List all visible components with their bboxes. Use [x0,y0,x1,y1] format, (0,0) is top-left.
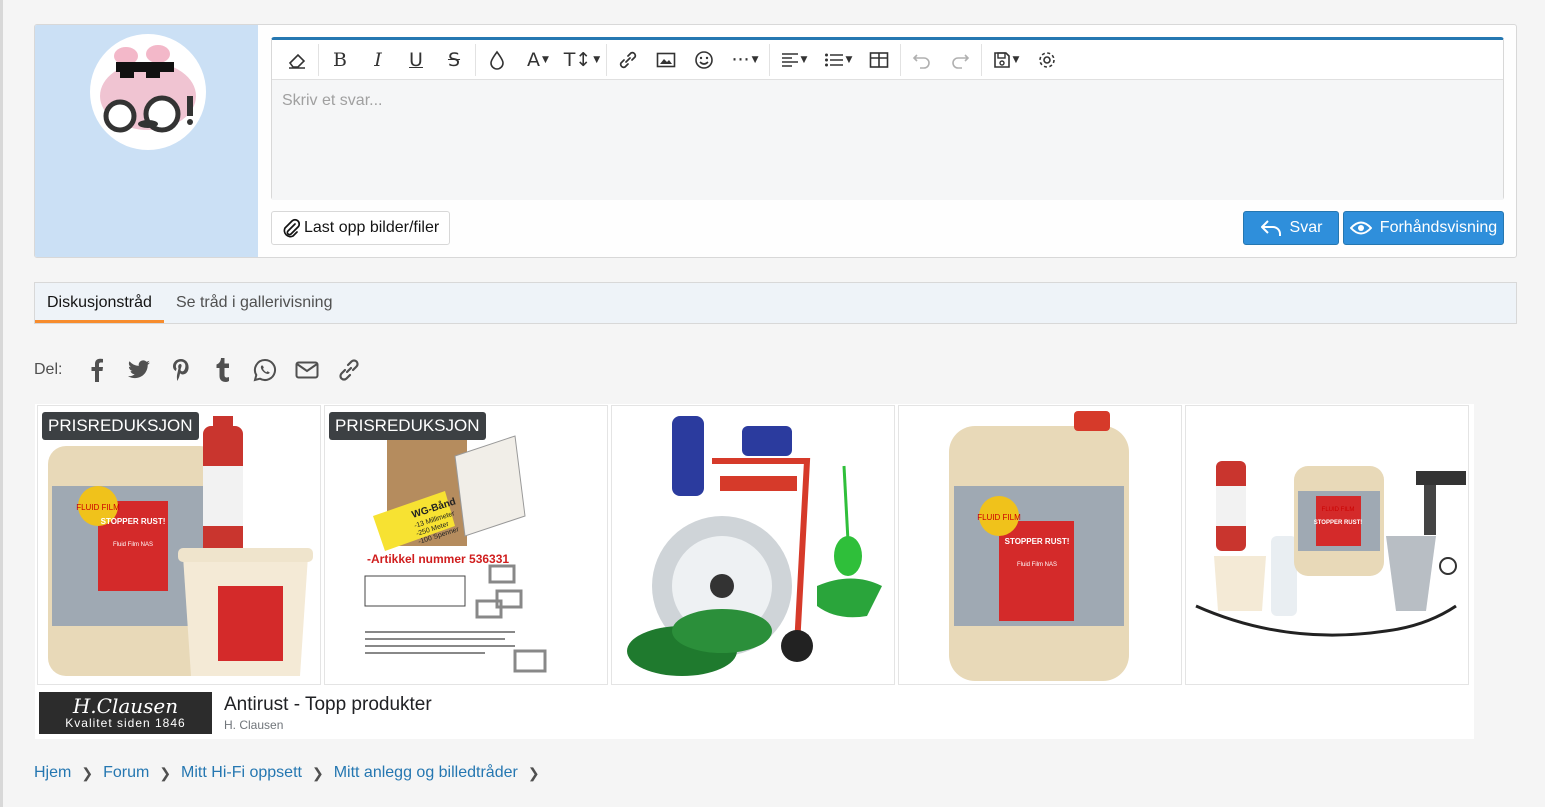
price-drop-badge: PRISREDUKSJON [329,412,486,440]
bold-icon[interactable]: B [321,44,359,76]
preview-button-label: Forhåndsvisning [1379,219,1498,236]
eye-icon [1349,221,1372,235]
reply-user-panel [35,25,258,257]
reply-button-label: Svar [1289,219,1323,236]
toolbar-divider [769,43,770,76]
image-icon[interactable] [647,44,685,76]
ad-headline[interactable]: Antirust - Topp produkter [224,694,432,716]
preview-button[interactable]: Forhåndsvisning [1343,211,1504,245]
advertisement[interactable]: ▷ ✕ PRISREDUKSJON FLUID FILM STOPPER RUS… [35,404,1474,739]
chevron-right-icon: ❯ [159,764,172,781]
upload-files-button[interactable]: Last opp bilder/filer [271,211,451,245]
price-drop-badge: PRISREDUKSJON [42,412,199,440]
share-bar: Del: [34,355,370,385]
toolbar-divider [981,43,982,76]
advertiser-logo-tagline: Kvalitet siden 1846 [65,716,186,730]
ad-product-row: PRISREDUKSJON FLUID FILM STOPPER RUST! F… [37,405,1469,685]
breadcrumb-hifi-setup[interactable]: Mitt Hi-Fi oppsett [181,764,302,782]
align-icon[interactable]: ▼ [772,44,816,76]
email-icon[interactable] [286,355,328,385]
ad-product[interactable] [611,405,895,685]
ad-advertiser-name[interactable]: H. Clausen [224,718,283,732]
product-text: STOPPER RUST! [101,517,166,526]
breadcrumb: Hjem ❯ Forum ❯ Mitt Hi-Fi oppsett ❯ Mitt… [34,764,550,782]
ad-product[interactable]: FLUID FILM STOPPER RUST! Fluid Film NAS [898,405,1182,685]
thread-tabs: Diskusjonstråd Se tråd i gallerivisning [34,282,1517,324]
twitter-icon[interactable] [118,355,160,385]
whatsapp-icon[interactable] [244,355,286,385]
product-text: STOPPER RUST! [1314,520,1363,526]
settings-icon[interactable] [1028,44,1066,76]
product-text: STOPPER RUST! [1005,537,1070,546]
product-label: FLUID FILM [1322,507,1355,513]
toolbar-divider [475,43,476,76]
reply-textarea[interactable]: Skriv et svar... [272,80,1503,200]
advertiser-logo-brand: H.Clausen [72,694,179,718]
pinterest-icon[interactable] [160,355,202,385]
product-text: -Artikkel nummer 536331 [367,552,509,566]
ad-product[interactable]: PRISREDUKSJON FLUID FILM STOPPER RUST! F… [37,405,321,685]
rich-text-editor: B I U S A ▼ T↕ ▼ ··· ▼ ▼ ▼ ▼ Skriv et sv… [271,37,1504,200]
avatar[interactable] [90,34,206,150]
color-icon[interactable] [478,44,516,76]
font-size-icon[interactable]: T↕ ▼ [560,44,604,76]
page-left-edge [0,0,3,807]
reply-icon [1260,220,1281,236]
ad-footer[interactable]: H.Clausen Kvalitet siden 1846 Antirust -… [39,690,1469,736]
product-detail: Fluid Film NAS [113,542,153,548]
chevron-right-icon: ❯ [81,764,94,781]
toolbar-divider [900,43,901,76]
advertiser-logo[interactable]: H.Clausen Kvalitet siden 1846 [39,692,212,734]
redo-icon[interactable] [941,44,979,76]
more-icon[interactable]: ··· ▼ [723,44,767,76]
product-label: FLUID FILM [76,503,120,512]
link-icon[interactable] [609,44,647,76]
toolbar-divider [318,43,319,76]
italic-icon[interactable]: I [359,44,397,76]
upload-files-label: Last opp bilder/filer [304,219,440,236]
reply-button[interactable]: Svar [1243,211,1339,245]
quick-reply: B I U S A ▼ T↕ ▼ ··· ▼ ▼ ▼ ▼ Skriv et sv… [34,24,1517,258]
product-detail: Fluid Film NAS [1017,562,1057,568]
undo-icon[interactable] [903,44,941,76]
breadcrumb-home[interactable]: Hjem [34,764,71,782]
product-label: FLUID FILM [977,513,1021,522]
breadcrumb-forum[interactable]: Forum [103,764,149,782]
facebook-icon[interactable] [76,355,118,385]
editor-toolbar: B I U S A ▼ T↕ ▼ ··· ▼ ▼ ▼ ▼ [272,40,1503,80]
share-label: Del: [34,361,63,378]
paperclip-icon [283,218,300,238]
ad-product[interactable]: PRISREDUKSJON WG-Bånd -13 Millimeter -25… [324,405,608,685]
toolbar-divider [606,43,607,76]
tab-discussion[interactable]: Diskusjonstråd [35,283,164,323]
chevron-right-icon: ❯ [527,764,540,781]
link-icon[interactable] [328,355,370,385]
table-icon[interactable] [860,44,898,76]
chevron-right-icon: ❯ [311,764,324,781]
strikethrough-icon[interactable]: S [435,44,473,76]
list-icon[interactable]: ▼ [816,44,860,76]
ad-product[interactable]: FLUID FILM STOPPER RUST! [1185,405,1469,685]
tumblr-icon[interactable] [202,355,244,385]
breadcrumb-system-threads[interactable]: Mitt anlegg og billedtråder [334,764,518,782]
eraser-icon[interactable] [278,44,316,76]
smiley-icon[interactable] [685,44,723,76]
font-family-icon[interactable]: A ▼ [516,44,560,76]
underline-icon[interactable]: U [397,44,435,76]
tab-gallery-view[interactable]: Se tråd i gallerivisning [164,283,345,323]
drafts-icon[interactable]: ▼ [984,44,1028,76]
